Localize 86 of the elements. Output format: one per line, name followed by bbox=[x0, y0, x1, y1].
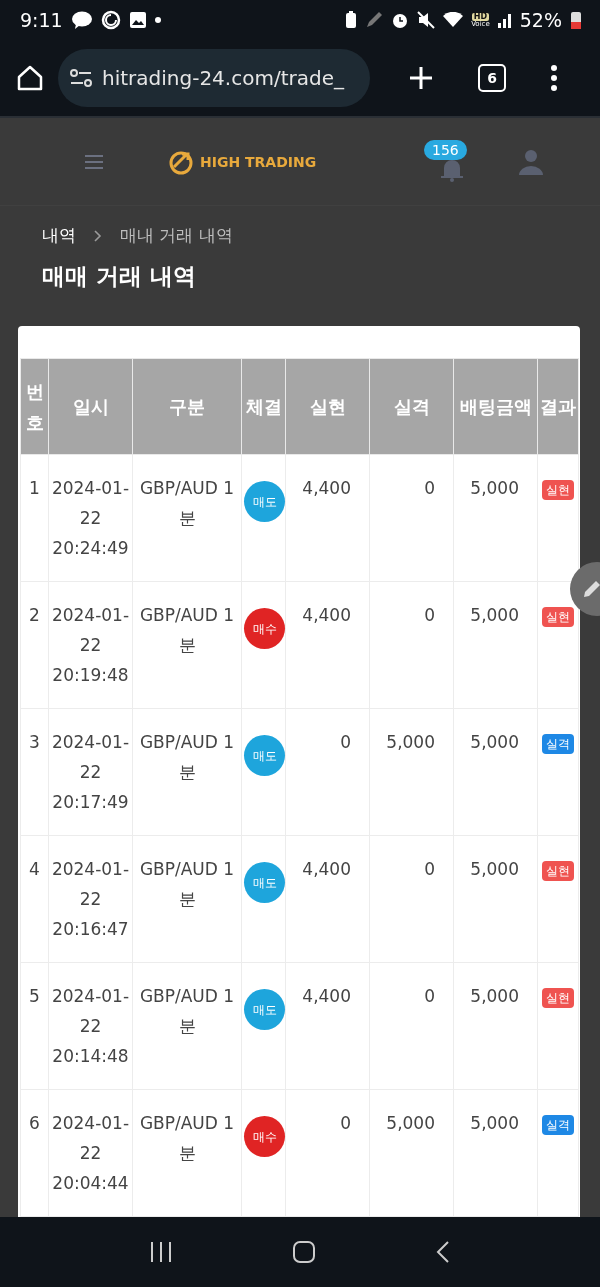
table-cell: 5,000 bbox=[453, 581, 538, 709]
table-cell: 5,000 bbox=[453, 835, 538, 963]
table-cell: 5,000 bbox=[453, 962, 538, 1090]
alarm-icon bbox=[391, 11, 410, 29]
table-cell: 5,000 bbox=[369, 1089, 454, 1217]
table-cell: GBP/AUD 1분 bbox=[132, 708, 242, 836]
table-cell: 4,400 bbox=[285, 454, 370, 582]
table-cell: 0 bbox=[369, 581, 454, 709]
trade-type-badge: 매도 bbox=[244, 481, 285, 522]
result-badge: 실현 bbox=[542, 988, 574, 1008]
table-cell: 5,000 bbox=[453, 1089, 538, 1217]
table-cell: 4 bbox=[20, 835, 49, 963]
address-bar[interactable]: hitrading-24.com/trade_ bbox=[58, 49, 370, 107]
wifi-icon bbox=[443, 12, 464, 28]
trade-type-badge: 매도 bbox=[244, 862, 285, 903]
mute-icon bbox=[417, 11, 436, 29]
battery-percent: 52% bbox=[519, 9, 562, 31]
table-cell: GBP/AUD 1분 bbox=[132, 454, 242, 582]
column-header: 구분 bbox=[132, 358, 242, 455]
home-icon[interactable] bbox=[16, 64, 44, 92]
image-icon bbox=[128, 11, 147, 29]
trade-type-badge: 매도 bbox=[244, 989, 285, 1030]
table-cell: 4,400 bbox=[285, 962, 370, 1090]
table-cell: 1 bbox=[20, 454, 49, 582]
table-cell: 0 bbox=[285, 708, 370, 836]
column-header: 실현 bbox=[285, 358, 370, 455]
table-cell: 5,000 bbox=[453, 708, 538, 836]
logo-text: HIGH TRADING bbox=[200, 153, 317, 170]
table-cell: GBP/AUD 1분 bbox=[132, 1089, 242, 1217]
column-header: 결과 bbox=[537, 358, 579, 455]
table-cell: GBP/AUD 1분 bbox=[132, 581, 242, 709]
breadcrumb-link[interactable]: 내역 bbox=[42, 224, 76, 247]
table-cell: 4,400 bbox=[285, 581, 370, 709]
table-cell: 2024-01-22 20:14:48 bbox=[48, 962, 133, 1090]
table-cell: 2024-01-22 20:04:44 bbox=[48, 1089, 133, 1217]
table-cell: 0 bbox=[285, 1089, 370, 1217]
table-cell: 0 bbox=[369, 835, 454, 963]
sync-icon bbox=[100, 10, 121, 30]
pencil-icon[interactable] bbox=[582, 579, 600, 599]
table-cell: GBP/AUD 1분 bbox=[132, 962, 242, 1090]
page-title: 매매 거래 내역 bbox=[42, 262, 197, 291]
trade-type-badge: 매수 bbox=[244, 608, 285, 649]
table-cell: 2024-01-22 20:24:49 bbox=[48, 454, 133, 582]
hd-label: HD bbox=[471, 12, 490, 21]
table-cell: 2024-01-22 20:17:49 bbox=[48, 708, 133, 836]
back-icon[interactable] bbox=[434, 1240, 451, 1264]
result-badge: 실현 bbox=[542, 607, 574, 627]
table-cell: 2 bbox=[20, 581, 49, 709]
pen-icon bbox=[365, 11, 384, 29]
battery-icon bbox=[570, 10, 582, 30]
column-header: 배팅금액 bbox=[453, 358, 538, 455]
chevron-icon bbox=[94, 229, 102, 242]
table-cell: 2024-01-22 20:16:47 bbox=[48, 835, 133, 963]
column-header: 일시 bbox=[48, 358, 133, 455]
table-cell: 5 bbox=[20, 962, 49, 1090]
dot-icon bbox=[154, 17, 161, 23]
battery-saver-icon bbox=[345, 11, 358, 29]
table-cell: 4,400 bbox=[285, 835, 370, 963]
table-cell: 2024-01-22 20:19:48 bbox=[48, 581, 133, 709]
tab-count-button[interactable]: 6 bbox=[478, 64, 506, 92]
result-badge: 실현 bbox=[542, 861, 574, 881]
breadcrumb-current: 매내 거래 내역 bbox=[120, 224, 233, 247]
column-header: 체결 bbox=[241, 358, 286, 455]
result-badge: 실현 bbox=[542, 480, 574, 500]
table-cell: 3 bbox=[20, 708, 49, 836]
trade-type-badge: 매수 bbox=[244, 1116, 285, 1157]
result-badge: 실격 bbox=[542, 1115, 574, 1135]
new-tab-icon[interactable] bbox=[408, 65, 434, 91]
table-cell: 5,000 bbox=[369, 708, 454, 836]
table-cell: GBP/AUD 1분 bbox=[132, 835, 242, 963]
table-cell: 0 bbox=[369, 454, 454, 582]
notification-badge: 156 bbox=[424, 139, 467, 160]
table-cell: 6 bbox=[20, 1089, 49, 1217]
chat-icon bbox=[70, 11, 93, 29]
table-cell: 0 bbox=[369, 962, 454, 1090]
column-header: 번호 bbox=[20, 358, 49, 455]
more-icon[interactable] bbox=[550, 65, 558, 91]
signal-icon bbox=[497, 12, 512, 28]
site-settings-icon[interactable] bbox=[70, 69, 92, 87]
home-button-icon[interactable] bbox=[292, 1240, 316, 1264]
result-badge: 실격 bbox=[542, 734, 574, 754]
table-cell: 5,000 bbox=[453, 454, 538, 582]
column-header: 실격 bbox=[369, 358, 454, 455]
trade-type-badge: 매도 bbox=[244, 735, 285, 776]
recent-apps-icon[interactable] bbox=[149, 1240, 174, 1264]
status-time: 9:11 bbox=[20, 9, 63, 31]
